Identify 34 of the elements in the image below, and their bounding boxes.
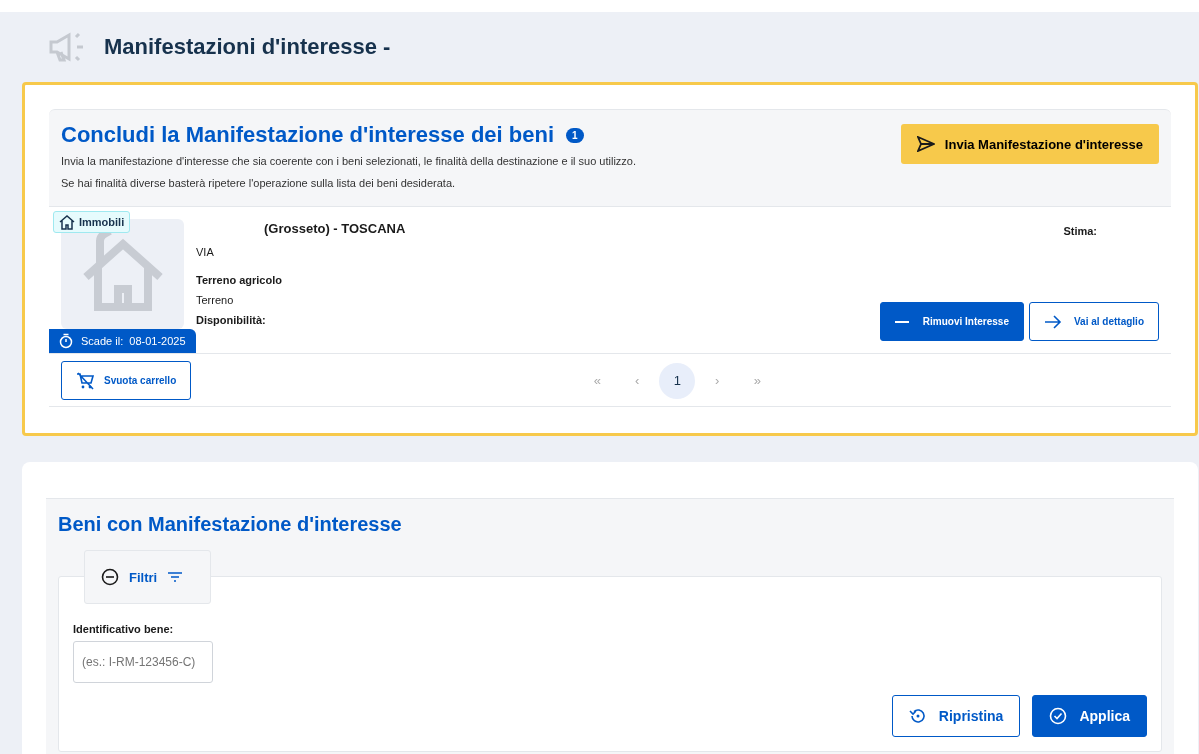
stopwatch-icon <box>59 333 73 349</box>
availability-label: Disponibilità: <box>196 313 267 328</box>
send-button[interactable]: Invia Manifestazione d'interesse <box>900 124 1159 164</box>
check-circle-icon <box>1049 707 1068 725</box>
send-icon <box>916 136 935 152</box>
reset-icon <box>908 707 927 725</box>
description-text: Se hai finalità diverse basterà ripetere l'operazione sulla lista dei beni desiderata. <box>61 176 457 191</box>
count-badge: 1 <box>566 127 584 143</box>
section-title: Beni con Manifestazione d'interesse <box>58 513 403 536</box>
subtype-text: Terreno <box>196 293 235 308</box>
page-title: Manifestazioni d'interesse - <box>104 34 391 60</box>
reset-button[interactable]: Ripristina <box>891 695 1021 737</box>
empty-cart-button[interactable]: Svuota carrello <box>61 361 192 400</box>
type-text: Terreno agricolo <box>196 273 283 288</box>
filter-icon <box>167 571 184 583</box>
megaphone-icon <box>48 32 86 62</box>
pagination-button[interactable]: 1 <box>659 362 696 399</box>
location-text: (Grosseto) - TOSCANA <box>264 221 407 236</box>
remove-button[interactable]: Rimuovi Interesse <box>879 302 1024 341</box>
estimate-label: Stima: <box>1063 224 1097 239</box>
filters-toggle[interactable]: Filtri <box>84 550 211 604</box>
apply-button[interactable]: Applica <box>1032 695 1147 737</box>
collapse-icon <box>101 568 119 586</box>
input-field[interactable]: (es.: I-RM-123456-C) <box>73 641 213 683</box>
crossed-cart-icon <box>76 371 94 390</box>
field-label: Identificativo bene: <box>73 623 175 635</box>
description-text: Invia la manifestazione d'interesse che sia coerente con i beni selezionati, le finalità della destinazione e il suo utilizzo. <box>61 154 637 169</box>
category-label: Immobili <box>79 216 125 228</box>
expiry-text: Scade il: 08-01-2025 <box>81 335 186 347</box>
arrow-right-icon <box>1043 314 1062 329</box>
detail-button[interactable]: Vai al dettaglio <box>1028 302 1159 341</box>
house-icon <box>59 214 75 230</box>
address-text: VIA <box>196 245 215 260</box>
section-title: Concludi la Manifestazione d'interesse dei beni <box>61 122 554 148</box>
